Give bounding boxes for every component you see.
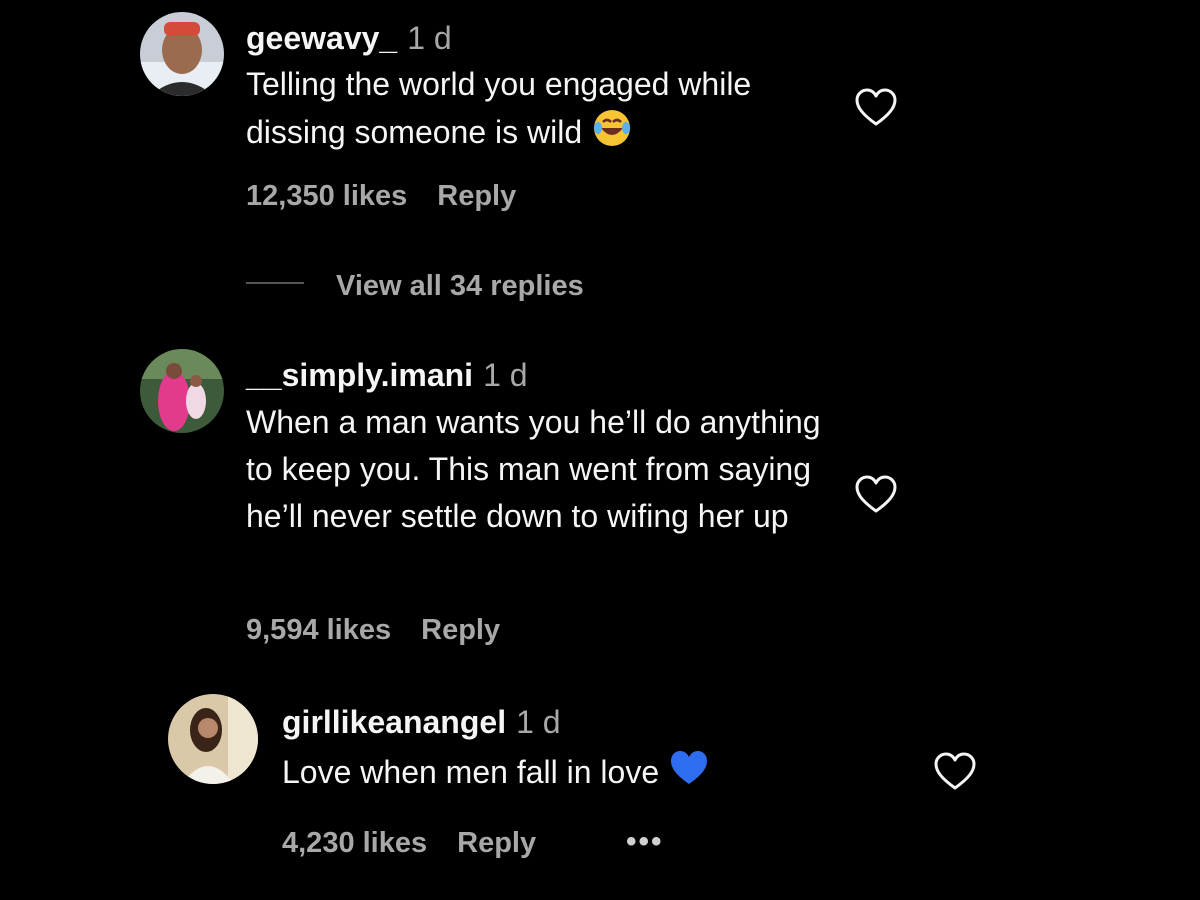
comment-header: __simply.imani 1 d <box>246 355 528 395</box>
like-count[interactable]: 9,594 likes <box>246 612 391 648</box>
more-options-icon[interactable]: ••• <box>626 827 664 857</box>
comment-simply-imani: __simply.imani 1 d When a man wants you h… <box>120 340 1080 670</box>
timestamp: 1 d <box>483 357 528 393</box>
comment-text: When a man wants you he’ll do anything t… <box>246 404 821 534</box>
username[interactable]: __simply.imani <box>246 357 473 393</box>
username[interactable]: geewavy_ <box>246 20 397 56</box>
comment-meta: 9,594 likes Reply <box>246 612 500 648</box>
like-heart-icon[interactable] <box>854 88 898 128</box>
comment-text: Telling the world you engaged while diss… <box>246 61 846 161</box>
like-count[interactable]: 12,350 likes <box>246 178 407 214</box>
like-heart-icon[interactable] <box>854 475 898 515</box>
reply-girllikeanangel: girllikeanangel 1 d Love when men fall in… <box>148 690 1080 880</box>
avatar[interactable] <box>168 694 258 784</box>
comment-text: Love when men fall in love <box>282 749 882 800</box>
comment-geewavy: geewavy_ 1 d Telling the world you engage… <box>120 0 1080 320</box>
comment-header: girllikeanangel 1 d <box>282 702 561 742</box>
comments-panel: geewavy_ 1 d Telling the world you engage… <box>120 0 1080 900</box>
reply-button[interactable]: Reply <box>457 825 536 861</box>
view-replies-button[interactable]: View all 34 replies <box>336 268 584 304</box>
blue-heart-emoji-icon <box>669 749 709 800</box>
avatar[interactable] <box>140 349 224 433</box>
comment-header: geewavy_ 1 d <box>246 18 452 58</box>
laughing-tears-emoji-icon <box>592 108 632 161</box>
timestamp: 1 d <box>407 20 452 56</box>
like-count[interactable]: 4,230 likes <box>282 825 427 861</box>
comment-meta: 12,350 likes Reply <box>246 178 516 214</box>
divider <box>246 282 304 284</box>
avatar[interactable] <box>140 12 224 96</box>
username[interactable]: girllikeanangel <box>282 704 506 740</box>
like-heart-icon[interactable] <box>933 752 977 792</box>
timestamp: 1 d <box>516 704 561 740</box>
comment-meta: 4,230 likes Reply <box>282 825 536 861</box>
reply-button[interactable]: Reply <box>421 612 500 648</box>
reply-button[interactable]: Reply <box>437 178 516 214</box>
